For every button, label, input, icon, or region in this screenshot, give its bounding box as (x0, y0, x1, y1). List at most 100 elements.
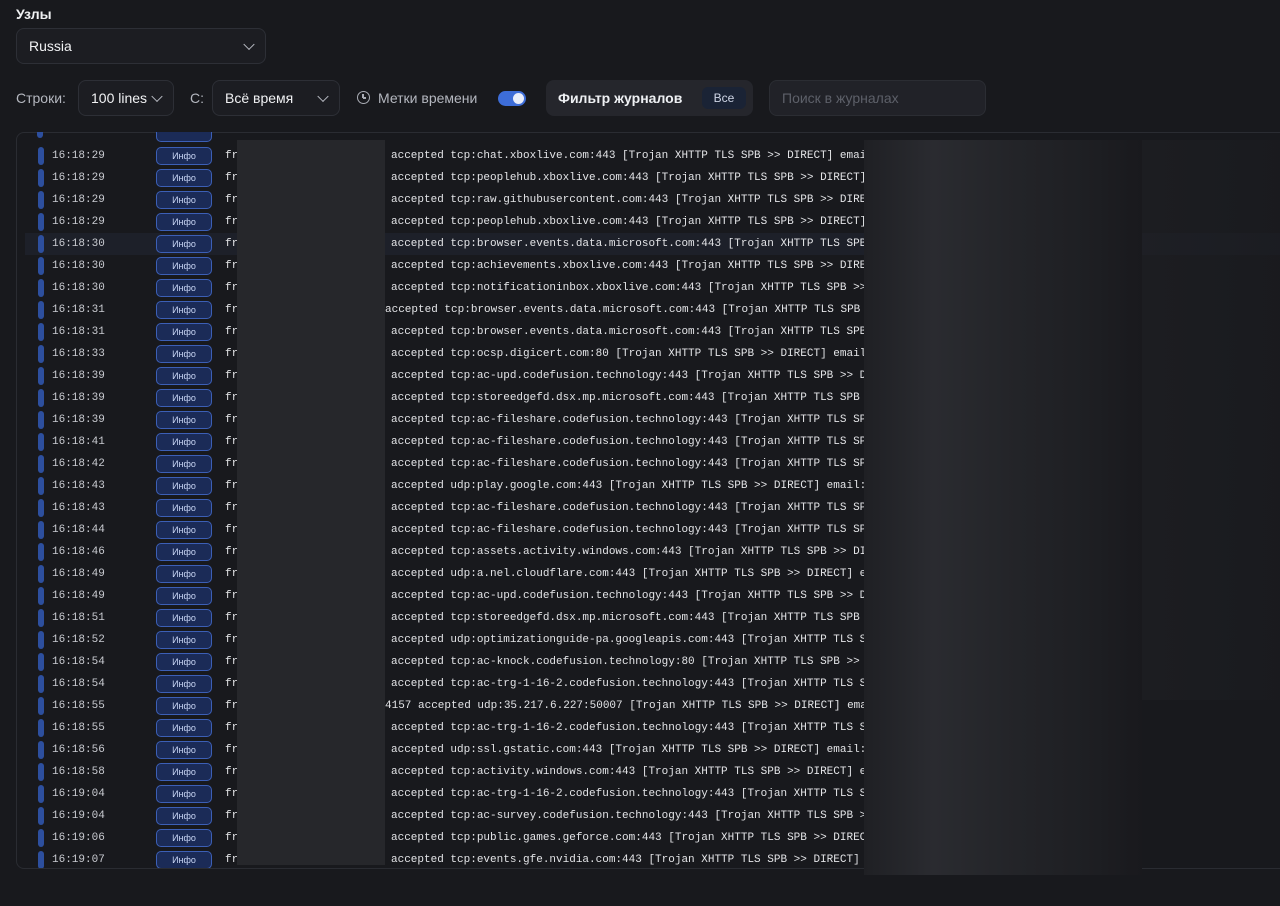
log-message: accepted tcp:ac-upd.codefusion.technolog… (391, 370, 865, 382)
log-filter: Фильтр журналов Все (546, 80, 753, 116)
log-level-badge: Инфо (156, 323, 212, 341)
log-level-bar (38, 697, 44, 715)
log-level-badge: Инфо (156, 851, 212, 868)
log-level-badge: Инфо (156, 301, 212, 319)
log-message: accepted udp:optimizationguide-pa.google… (391, 634, 865, 646)
log-level-badge: Инфо (156, 543, 212, 561)
lines-select[interactable]: 100 lines (78, 80, 174, 116)
log-level-bar (38, 257, 44, 275)
log-time: 16:18:52 (52, 634, 105, 646)
log-message: accepted tcp:ac-trg-1-16-2.codefusion.te… (391, 678, 865, 690)
log-level-bar (38, 675, 44, 693)
log-level-badge: Инфо (156, 609, 212, 627)
log-message: 4157 accepted udp:35.217.6.227:50007 [Tr… (385, 700, 865, 712)
log-level-badge: Инфо (156, 763, 212, 781)
log-level-badge: Инфо (156, 433, 212, 451)
log-level-bar (38, 653, 44, 671)
log-level-bar (38, 169, 44, 187)
timestamps-toggle[interactable] (498, 91, 526, 106)
time-range-select[interactable]: Всё время (212, 80, 340, 116)
log-time: 16:18:54 (52, 678, 105, 690)
log-level-badge: Инфо (156, 565, 212, 583)
log-level-bar (38, 147, 44, 165)
log-message: accepted tcp:ocsp.digicert.com:80 [Troja… (391, 348, 865, 360)
log-message: accepted tcp:chat.xboxlive.com:443 [Troj… (391, 150, 865, 162)
log-message: accepted tcp:ac-fileshare.codefusion.tec… (391, 436, 865, 448)
log-message: accepted tcp:ac-upd.codefusion.technolog… (391, 590, 865, 602)
log-level-bar (38, 477, 44, 495)
log-level-badge: Инфо (156, 455, 212, 473)
chevron-down-icon (151, 90, 163, 103)
log-level-bar (38, 719, 44, 737)
log-time: 16:18:58 (52, 766, 105, 778)
log-time: 16:18:39 (52, 370, 105, 382)
log-time: 16:18:30 (52, 282, 105, 294)
node-select-value: Russia (29, 38, 72, 54)
timestamps-label: Метки времени (378, 90, 478, 106)
log-time: 16:18:46 (52, 546, 105, 558)
log-time: 16:19:04 (52, 788, 105, 800)
log-level-badge: Инфо (156, 477, 212, 495)
log-time: 16:18:43 (52, 480, 105, 492)
log-filter-chip-all[interactable]: Все (702, 87, 746, 109)
log-level-bar (38, 521, 44, 539)
log-search-input[interactable] (769, 80, 986, 116)
log-time: 16:18:49 (52, 590, 105, 602)
log-message: accepted tcp:browser.events.data.microso… (385, 304, 861, 316)
log-level-bar (38, 565, 44, 583)
log-message: accepted tcp:ac-fileshare.codefusion.tec… (391, 502, 865, 514)
log-level-bar (38, 411, 44, 429)
log-time: 16:19:04 (52, 810, 105, 822)
log-time: 16:18:29 (52, 172, 105, 184)
redacted-ip-column (237, 140, 385, 865)
log-message: accepted tcp:storeedgefd.dsx.mp.microsof… (391, 612, 860, 624)
log-level-bar (38, 213, 44, 231)
log-level-bar (38, 741, 44, 759)
log-level-bar (38, 191, 44, 209)
log-message: accepted tcp:ac-fileshare.codefusion.tec… (391, 458, 865, 470)
log-level-bar (38, 543, 44, 561)
logs-page: Узлы Russia Строки: 100 lines С: Всё вре… (0, 0, 1280, 906)
log-message: accepted tcp:events.gfe.nvidia.com:443 [… (391, 854, 860, 866)
log-level-bar (38, 763, 44, 781)
lines-select-value: 100 lines (91, 90, 148, 106)
log-toolbar: Строки: 100 lines С: Всё время Метки вре… (16, 80, 1016, 116)
log-message: accepted tcp:assets.activity.windows.com… (391, 546, 865, 558)
log-level-bar (38, 235, 44, 253)
log-message: accepted udp:ssl.gstatic.com:443 [Trojan… (391, 744, 865, 756)
log-time: 16:18:49 (52, 568, 105, 580)
node-select[interactable]: Russia (16, 28, 266, 64)
log-level-bar (38, 455, 44, 473)
log-message: accepted tcp:browser.events.data.microso… (391, 326, 865, 338)
log-level-bar (38, 301, 44, 319)
log-level-badge: Инфо (156, 587, 212, 605)
log-level-bar (38, 389, 44, 407)
log-message: accepted tcp:achievements.xboxlive.com:4… (391, 260, 865, 272)
log-message: accepted tcp:activity.windows.com:443 [T… (391, 766, 865, 778)
log-message: accepted tcp:ac-knock.codefusion.technol… (391, 656, 860, 668)
log-time: 16:18:41 (52, 436, 105, 448)
log-time: 16:18:39 (52, 392, 105, 404)
log-message: accepted udp:a.nel.cloudflare.com:443 [T… (391, 568, 865, 580)
log-level-badge: Инфо (156, 785, 212, 803)
log-level-bar (38, 609, 44, 627)
log-level-badge: Инфо (156, 213, 212, 231)
log-level-badge: Инфо (156, 389, 212, 407)
log-level-badge: Инфо (156, 257, 212, 275)
log-time: 16:18:44 (52, 524, 105, 536)
log-time: 16:18:30 (52, 238, 105, 250)
log-message: accepted tcp:ac-fileshare.codefusion.tec… (391, 414, 865, 426)
log-message: accepted tcp:ac-trg-1-16-2.codefusion.te… (391, 722, 865, 734)
log-level-badge: Инфо (156, 169, 212, 187)
log-message: accepted tcp:ac-trg-1-16-2.codefusion.te… (391, 788, 865, 800)
log-level-badge: Инфо (156, 741, 212, 759)
log-level-bar (38, 345, 44, 363)
log-message: accepted tcp:ac-survey.codefusion.techno… (391, 810, 865, 822)
log-level-bar (38, 631, 44, 649)
log-time: 16:18:33 (52, 348, 105, 360)
log-time: 16:18:42 (52, 458, 105, 470)
log-level-badge: Инфо (156, 697, 212, 715)
log-time: 16:18:29 (52, 216, 105, 228)
log-message: accepted tcp:peoplehub.xboxlive.com:443 … (391, 172, 865, 184)
log-time: 16:18:51 (52, 612, 105, 624)
